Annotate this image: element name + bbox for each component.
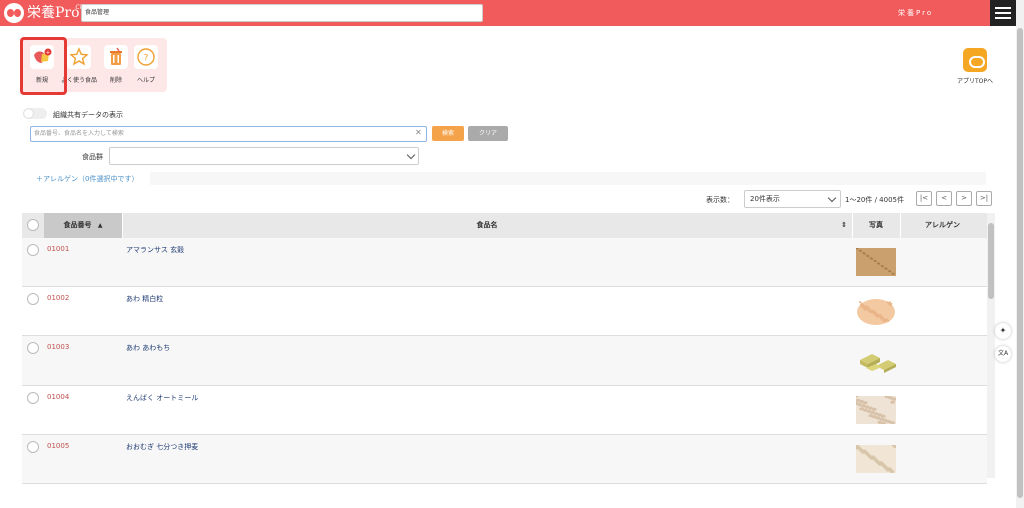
food-photo [853, 393, 897, 425]
food-code[interactable]: 01003 [47, 343, 69, 351]
help-label: ヘルプ [136, 77, 155, 84]
row-select-radio[interactable] [27, 293, 39, 306]
chevron-down-icon [406, 150, 416, 160]
translate-button[interactable]: 文A [995, 346, 1011, 362]
prev-page-button[interactable]: < [936, 191, 952, 206]
name-header-label: 食品名 [476, 221, 498, 229]
food-name[interactable]: あわ あわもち [126, 343, 170, 353]
page-title-field[interactable]: 食品管理 [81, 4, 483, 22]
search-button[interactable]: 検索 [432, 126, 464, 141]
food-code[interactable]: 01004 [47, 393, 69, 401]
food-photo [853, 443, 898, 473]
select-all-radio[interactable] [27, 219, 39, 231]
page-scrollbar[interactable] [1016, 0, 1024, 508]
help-icon: ? [134, 45, 158, 69]
help-button[interactable]: ? ヘルプ [128, 45, 164, 84]
logo-icon [4, 3, 24, 23]
row-select-radio[interactable] [27, 391, 39, 404]
table-scrollbar-thumb[interactable] [988, 223, 994, 299]
food-name[interactable]: あわ 精白粒 [126, 294, 163, 304]
trash-icon [104, 45, 128, 69]
next-page-button[interactable]: > [956, 191, 972, 206]
table-row[interactable]: 01001 アマランサス 玄穀 [22, 238, 987, 288]
table-row[interactable]: 01004 えんばく オートミール [22, 385, 987, 435]
food-code[interactable]: 01005 [47, 442, 69, 450]
food-group-select[interactable] [109, 147, 419, 165]
cloud-icon [963, 48, 987, 72]
hamburger-menu-button[interactable] [990, 0, 1016, 26]
new-button-highlight [20, 37, 67, 95]
menu-icon [995, 7, 1011, 9]
food-photo [856, 346, 896, 374]
food-name[interactable]: アマランサス 玄穀 [126, 245, 184, 255]
food-code[interactable]: 01001 [47, 245, 69, 253]
allergy-bar [150, 172, 986, 185]
display-count-label: 表示数： [706, 196, 734, 204]
per-page-value: 20件表示 [750, 195, 780, 203]
table-row[interactable]: 01005 おおむぎ 七分つき押麦 [22, 434, 987, 484]
per-page-select[interactable]: 20件表示 [744, 190, 841, 208]
app-top-button[interactable]: アプリTOPへ [952, 48, 998, 85]
first-page-button[interactable]: |< [916, 191, 932, 206]
table-row[interactable]: 01002 あわ 精白粒 [22, 287, 987, 337]
range-info: 1〜20件 / 4005件 [845, 196, 904, 204]
clear-button[interactable]: クリア [468, 126, 508, 141]
code-header-label: 食品番号 [63, 221, 92, 229]
sort-both-icon[interactable]: ⇕ [838, 213, 850, 238]
food-table: 食品番号 ▲ 食品名 ⇕ 写真 アレルゲン 01001 アマランサス 玄穀 01… [22, 213, 987, 484]
share-data-toggle-label: 組織共有データの表示 [53, 111, 123, 119]
photo-column-header: 写真 [869, 221, 883, 229]
chevron-down-icon [827, 193, 837, 203]
food-photo [855, 247, 896, 276]
app-top-label: アプリTOPへ [956, 78, 993, 85]
table-row[interactable]: 01003 あわ あわもち [22, 336, 987, 386]
food-name[interactable]: おおむぎ 七分つき押麦 [126, 442, 198, 452]
table-scrollbar[interactable] [987, 213, 995, 478]
menu-icon-bar [995, 17, 1011, 19]
food-name[interactable]: えんばく オートミール [126, 393, 198, 403]
share-data-toggle[interactable] [23, 108, 47, 119]
allergen-column-header: アレルゲン [925, 221, 960, 229]
clear-input-icon[interactable]: ✕ [415, 128, 422, 137]
table-header: 食品番号 ▲ 食品名 ⇕ 写真 アレルゲン [22, 213, 987, 238]
star-icon [67, 45, 91, 69]
allergen-filter-link[interactable]: ＋アレルゲン（0件選択中です） [36, 174, 138, 184]
name-column-header[interactable]: 食品名 [122, 213, 852, 238]
table-body: 01001 アマランサス 玄穀 01002 あわ 精白粒 01003 あわ あわ… [22, 238, 987, 484]
menu-icon-bar [995, 12, 1011, 14]
ai-assist-button[interactable]: ✦ [995, 323, 1011, 339]
logo-text: 栄養Pro [27, 5, 80, 21]
svg-text:?: ? [144, 54, 149, 64]
row-select-radio[interactable] [27, 342, 39, 355]
search-input[interactable]: 食品番号、食品名を入力して検索 [30, 126, 427, 142]
food-photo [856, 297, 896, 326]
page-scrollbar-thumb[interactable] [1017, 28, 1023, 498]
user-name: 栄養Pro [898, 9, 934, 17]
food-group-label: 食品群 [82, 153, 103, 161]
code-column-header[interactable]: 食品番号 ▲ [44, 213, 122, 238]
app-header: 栄養Pro Cloud 食品管理 栄養Pro [0, 0, 1024, 26]
app-logo[interactable]: 栄養Pro Cloud [4, 3, 93, 23]
row-select-radio[interactable] [27, 244, 39, 256]
sort-asc-icon: ▲ [97, 222, 103, 229]
row-select-radio[interactable] [27, 440, 39, 453]
last-page-button[interactable]: >| [976, 191, 992, 206]
food-code[interactable]: 01002 [47, 294, 69, 302]
